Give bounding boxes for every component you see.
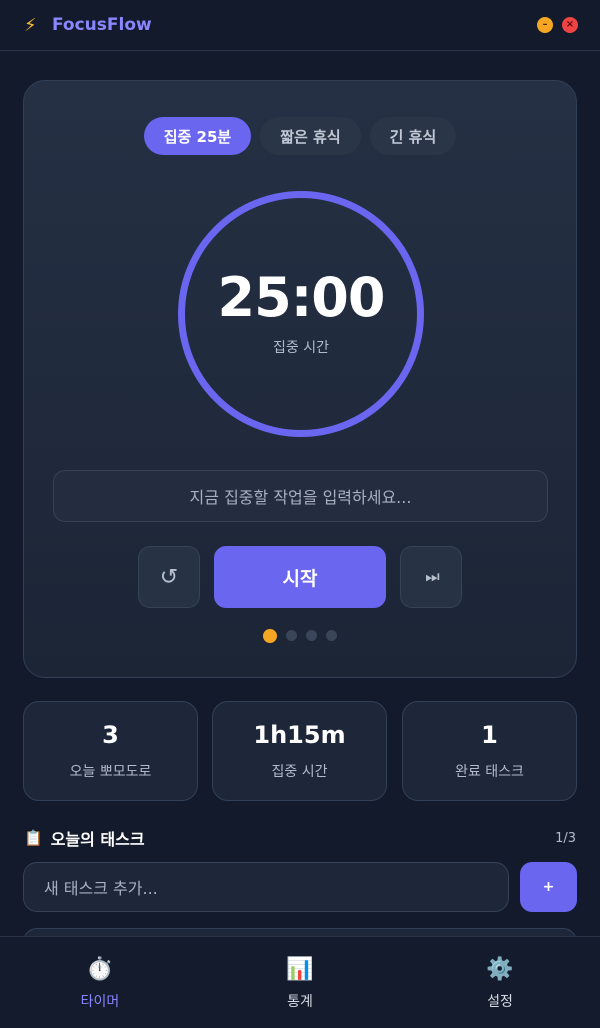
focus-task-input[interactable]: 지금 집중할 작업을 입력하세요... [53,470,548,522]
task-section-header: 📋 오늘의 태스크 1/3 [24,826,576,850]
timer-display: 25:00 [217,265,386,329]
stat-label: 집중 시간 [271,764,328,780]
bar-chart-icon: 📊 [286,957,314,982]
nav-item-timer[interactable]: ⏱️ 타이머 [0,937,200,1028]
clipboard-icon: 📋 [24,829,43,847]
stopwatch-icon: ⏱️ [86,957,114,982]
window-controls: – × [537,17,578,33]
title-bar: ⚡ FocusFlow – × [0,0,600,51]
bottom-nav: ⏱️ 타이머 📊 통계 ⚙️ 설정 [0,936,600,1028]
skip-icon: ⏭ [425,567,440,586]
timer-mode-label: 집중 시간 [273,339,329,356]
mode-tabs: 집중 25분 짧은 휴식 긴 휴식 [24,117,576,155]
session-dot [326,630,337,641]
skip-button[interactable]: ⏭ [400,546,462,608]
tab-short-break[interactable]: 짧은 휴식 [260,117,361,155]
reset-button[interactable]: ↺ [138,546,200,608]
tab-focus-25[interactable]: 집중 25분 [143,117,252,155]
stat-value: 1 [481,721,498,749]
stat-card-completed-tasks: 1 완료 태스크 [402,701,577,801]
lightning-icon: ⚡ [24,14,37,36]
stat-label: 오늘 뽀모도로 [69,764,152,780]
stat-value: 1h15m [253,721,346,749]
stat-card-pomodoros: 3 오늘 뽀모도로 [23,701,198,801]
nav-item-stats[interactable]: 📊 통계 [200,937,400,1028]
stat-card-focus-time: 1h15m 집중 시간 [212,701,387,801]
minimize-button[interactable]: – [537,17,553,33]
session-dot [306,630,317,641]
reset-icon: ↺ [159,564,179,590]
nav-item-settings[interactable]: ⚙️ 설정 [400,937,600,1028]
stat-label: 완료 태스크 [455,764,524,780]
timer-ring: 25:00 집중 시간 [178,191,424,437]
nav-label: 설정 [487,993,513,1010]
nav-label: 통계 [287,993,313,1010]
gear-icon: ⚙️ [486,957,514,982]
session-dot [286,630,297,641]
nav-label: 타이머 [80,993,120,1010]
new-task-input[interactable]: 새 태스크 추가... [23,862,509,912]
task-section-title: 오늘의 태스크 [50,830,145,849]
start-button[interactable]: 시작 [214,546,386,608]
session-dot [263,629,277,643]
tab-long-break[interactable]: 긴 휴식 [369,117,457,155]
close-button[interactable]: × [562,17,578,33]
stat-value: 3 [102,721,119,749]
timer-card: 집중 25분 짧은 휴식 긴 휴식 25:00 집중 시간 지금 집중할 작업을… [23,80,577,678]
app-title: FocusFlow [52,15,152,35]
session-dots [24,629,576,643]
add-task-button[interactable]: + [520,862,577,912]
task-count: 1/3 [555,830,576,846]
